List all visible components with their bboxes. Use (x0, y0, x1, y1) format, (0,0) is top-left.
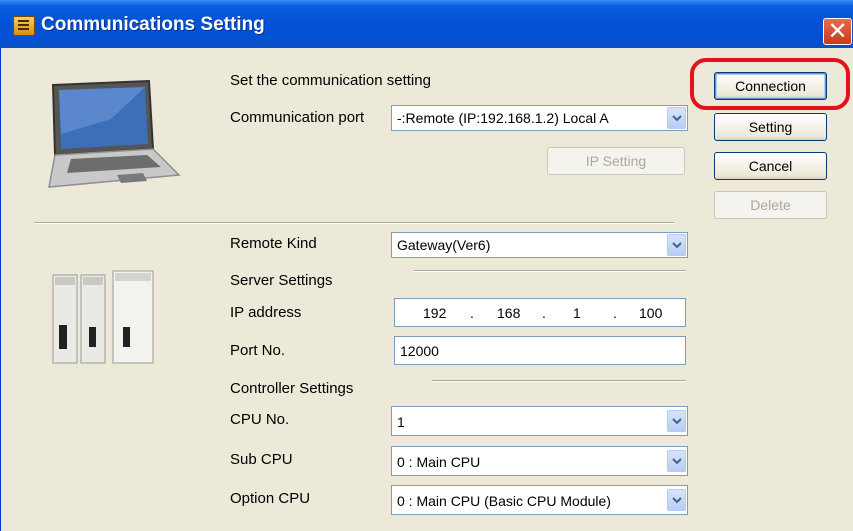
close-button[interactable]: ✕ (823, 18, 852, 45)
ip-dot: . (613, 305, 617, 321)
plc-controller-icon (52, 270, 154, 364)
sub-cpu-select[interactable]: 0 : Main CPU (391, 446, 688, 476)
server-settings-heading: Server Settings (230, 272, 333, 289)
remote-kind-select[interactable]: Gateway(Ver6) (391, 232, 688, 258)
laptop-icon (48, 79, 181, 188)
ip-address-label: IP address (230, 304, 302, 321)
ip-dot: . (542, 305, 546, 321)
ip-dot: . (470, 305, 474, 321)
ip-octet-1[interactable]: 192 (423, 305, 446, 321)
section-divider (34, 222, 674, 224)
chevron-down-icon[interactable] (667, 107, 686, 129)
chevron-down-icon[interactable] (667, 234, 686, 256)
remote-kind-label: Remote Kind (230, 235, 317, 252)
remote-kind-value: Gateway(Ver6) (397, 237, 491, 253)
app-icon (13, 16, 35, 36)
chevron-down-icon[interactable] (667, 410, 686, 432)
ip-octet-4[interactable]: 100 (639, 305, 662, 321)
port-no-label: Port No. (230, 342, 286, 359)
option-cpu-select[interactable]: 0 : Main CPU (Basic CPU Module) (391, 485, 688, 515)
communications-setting-dialog: Communications Setting ✕ Set the communi… (0, 0, 853, 531)
chevron-down-icon[interactable] (667, 450, 686, 472)
ip-setting-button[interactable]: IP Setting (547, 147, 685, 175)
controller-settings-divider (432, 380, 686, 382)
close-icon: ✕ (827, 17, 848, 45)
controller-settings-heading: Controller Settings (230, 380, 354, 397)
connection-highlight-marker (690, 58, 850, 110)
chevron-down-icon[interactable] (667, 489, 686, 511)
window-title: Communications Setting (41, 14, 265, 35)
delete-button[interactable]: Delete (714, 191, 827, 219)
option-cpu-label: Option CPU (230, 490, 311, 507)
ip-octet-2[interactable]: 168 (497, 305, 520, 321)
cpu-no-select[interactable]: 1 (391, 406, 688, 436)
communication-port-value: -:Remote (IP:192.168.1.2) Local A (397, 110, 609, 126)
sub-cpu-label: Sub CPU (230, 451, 293, 468)
communication-port-label: Communication port (230, 109, 365, 126)
ip-address-field[interactable]: 192 . 168 . 1 . 100 (394, 298, 686, 327)
ip-octet-3[interactable]: 1 (573, 305, 581, 321)
title-bar[interactable]: Communications Setting ✕ (0, 0, 853, 48)
cpu-no-value: 1 (397, 414, 405, 430)
server-settings-divider (414, 270, 686, 272)
sub-cpu-value: 0 : Main CPU (397, 454, 481, 470)
communication-port-select[interactable]: -:Remote (IP:192.168.1.2) Local A (391, 105, 688, 131)
set-communication-heading: Set the communication setting (230, 72, 431, 89)
port-no-field[interactable]: 12000 (394, 336, 686, 365)
port-no-value: 12000 (400, 343, 439, 359)
setting-button[interactable]: Setting (714, 113, 827, 141)
option-cpu-value: 0 : Main CPU (Basic CPU Module) (397, 493, 611, 509)
cpu-no-label: CPU No. (230, 411, 290, 428)
cancel-button[interactable]: Cancel (714, 152, 827, 180)
